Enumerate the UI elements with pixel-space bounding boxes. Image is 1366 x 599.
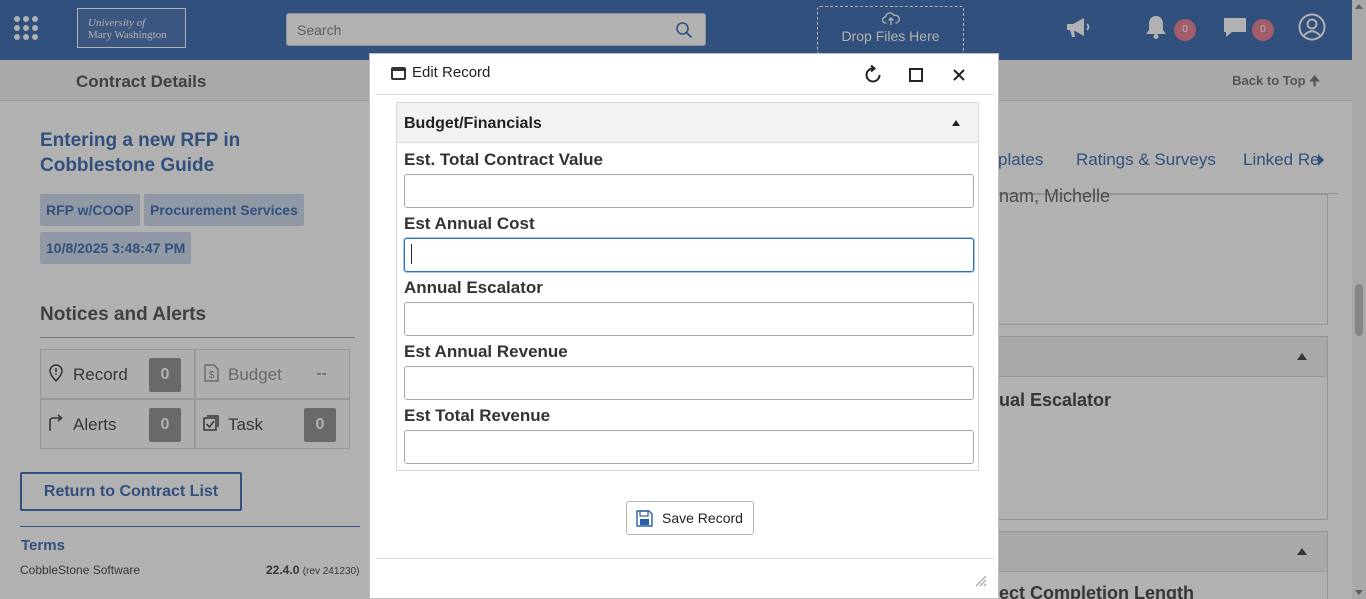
resize-handle-icon[interactable]: [975, 575, 987, 587]
section-title: Budget/Financials: [404, 115, 542, 132]
annual-escalator-label: Annual Escalator: [404, 278, 543, 297]
maximize-icon[interactable]: [905, 64, 927, 86]
refresh-icon[interactable]: [862, 64, 884, 86]
dialog-title: Edit Record: [412, 64, 491, 81]
close-icon[interactable]: [948, 64, 970, 86]
divider: [376, 558, 994, 559]
budget-financials-section: Budget/Financials Est. Total Contract Va…: [396, 102, 979, 471]
section-header[interactable]: Budget/Financials: [397, 103, 978, 143]
est-total-revenue-label: Est Total Revenue: [404, 406, 551, 425]
window-icon: [391, 67, 406, 80]
save-disk-icon: [636, 510, 653, 527]
text-cursor: [411, 244, 412, 264]
save-record-button[interactable]: Save Record: [626, 501, 754, 535]
divider: [376, 94, 994, 95]
est-annual-revenue-input[interactable]: [404, 366, 974, 400]
est-annual-revenue-label: Est Annual Revenue: [404, 342, 568, 361]
edit-record-dialog: Edit Record Budget/Financials Est. Total…: [369, 53, 999, 599]
est-total-contract-value-label: Est. Total Contract Value: [404, 150, 604, 169]
dialog-header[interactable]: Edit Record: [370, 54, 998, 94]
est-annual-cost-label: Est Annual Cost: [404, 214, 535, 233]
est-annual-cost-input[interactable]: [404, 238, 974, 272]
save-record-label: Save Record: [662, 510, 743, 526]
annual-escalator-input[interactable]: [404, 302, 974, 336]
est-total-revenue-input[interactable]: [404, 430, 974, 464]
est-total-contract-value-input[interactable]: [404, 174, 974, 208]
collapse-icon[interactable]: [952, 120, 960, 126]
